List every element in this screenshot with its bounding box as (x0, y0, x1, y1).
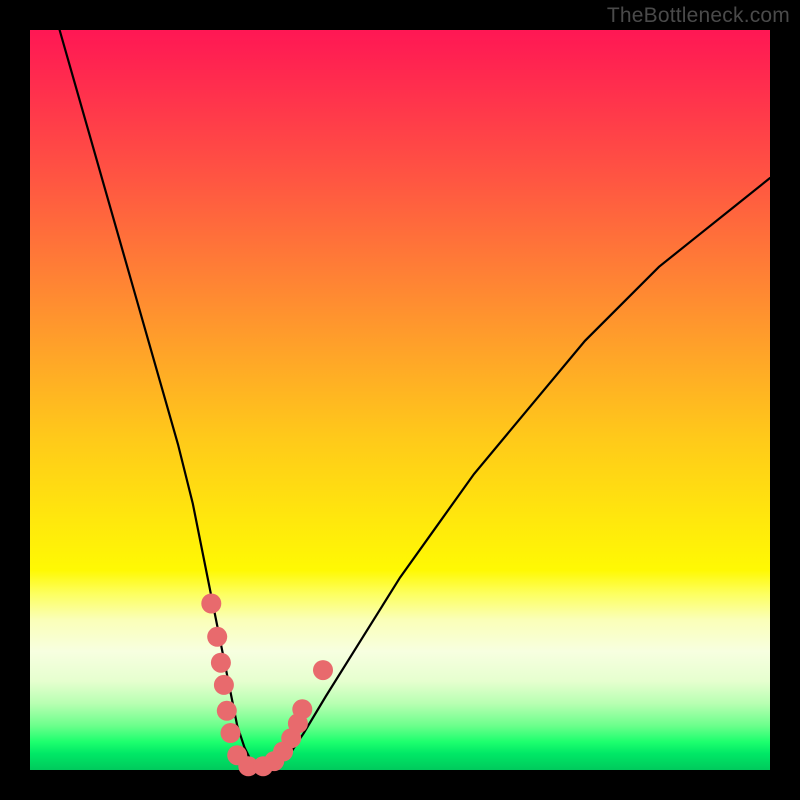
curve-markers (201, 594, 333, 777)
curve-marker (313, 660, 333, 680)
curve-marker (292, 699, 312, 719)
curve-marker (211, 653, 231, 673)
plot-area (30, 30, 770, 770)
curve-marker (221, 723, 241, 743)
watermark-text: TheBottleneck.com (607, 4, 790, 28)
chart-svg (30, 30, 770, 770)
curve-marker (214, 675, 234, 695)
chart-frame: TheBottleneck.com (0, 0, 800, 800)
curve-marker (217, 701, 237, 721)
curve-marker (207, 627, 227, 647)
curve-marker (201, 594, 221, 614)
bottleneck-curve (60, 30, 770, 770)
